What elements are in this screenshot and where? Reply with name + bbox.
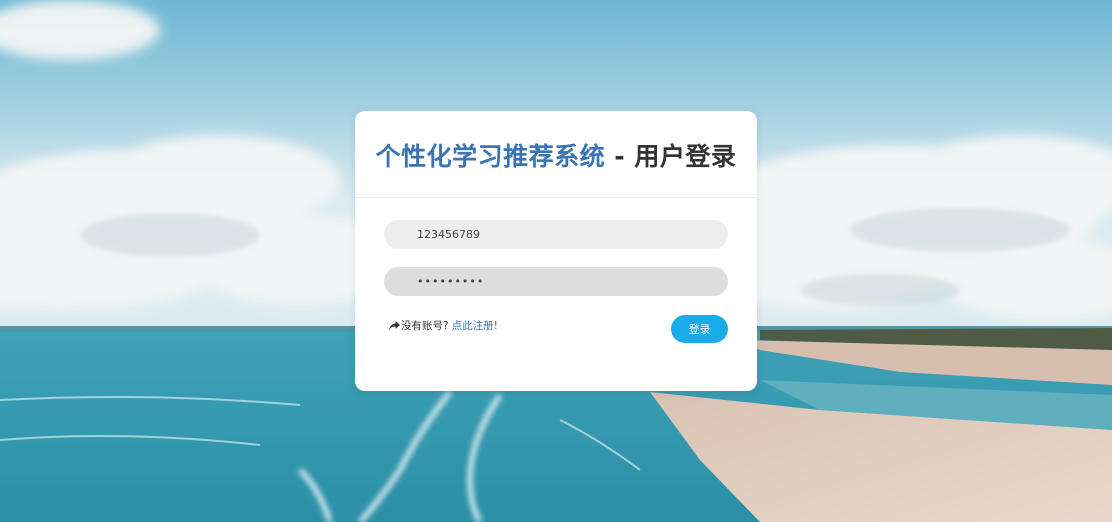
login-button[interactable]: 登录 xyxy=(671,315,728,343)
card-header: 个性化学习推荐系统 - 用户登录 xyxy=(355,111,757,198)
title-page: 用户登录 xyxy=(634,142,737,171)
login-card: 个性化学习推荐系统 - 用户登录 没有账号? 点此注册! 登录 xyxy=(355,111,757,391)
title-brand: 个性化学习推荐系统 xyxy=(375,142,606,171)
page-title: 个性化学习推荐系统 - 用户登录 xyxy=(376,137,737,173)
share-arrow-icon xyxy=(389,320,400,331)
username-input[interactable] xyxy=(384,220,728,249)
register-prompt-row: 没有账号? 点此注册! xyxy=(389,318,498,333)
register-link[interactable]: 点此注册! xyxy=(452,318,498,333)
register-prompt-text: 没有账号? xyxy=(401,320,449,332)
password-input[interactable] xyxy=(384,267,728,296)
title-separator: - xyxy=(605,142,635,171)
